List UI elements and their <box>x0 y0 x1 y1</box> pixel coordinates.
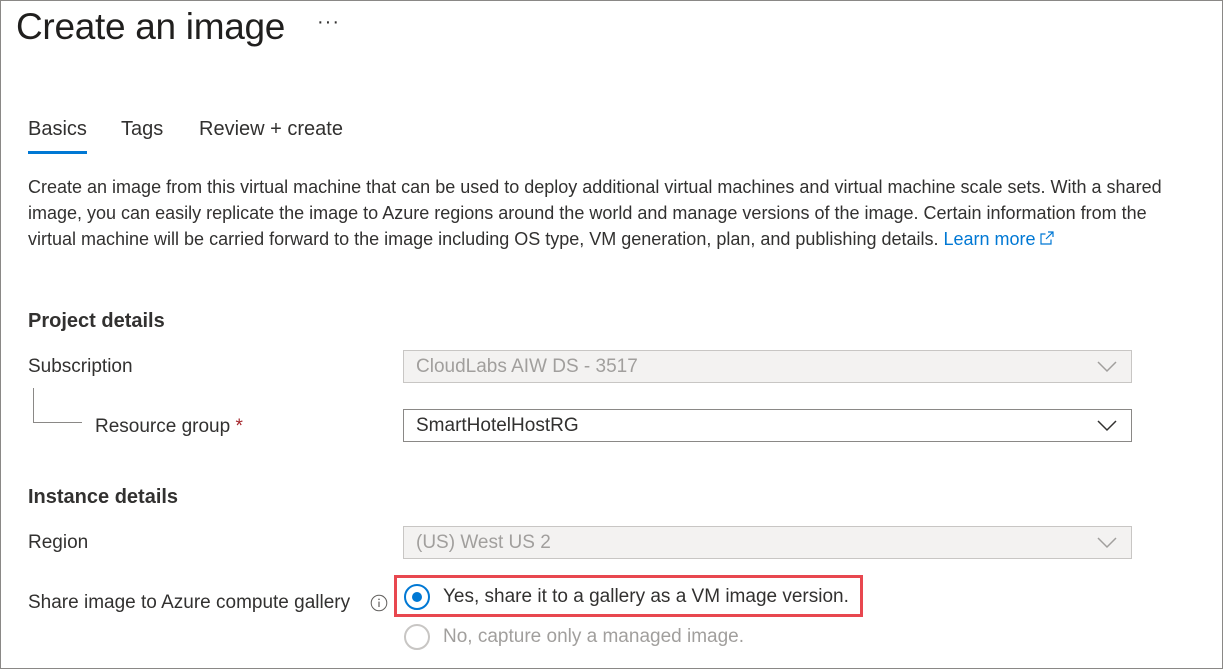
radio-option-yes-label[interactable]: Yes, share it to a gallery as a VM image… <box>443 584 849 610</box>
learn-more-label[interactable]: Learn more <box>944 229 1036 249</box>
project-details-heading: Project details <box>28 310 165 332</box>
resource-group-label-text: Resource group <box>95 416 231 437</box>
external-link-icon <box>1039 231 1054 245</box>
tab-basics[interactable]: Basics <box>28 113 87 154</box>
tab-tags[interactable]: Tags <box>121 113 163 145</box>
subscription-dropdown[interactable]: CloudLabs AIW DS - 3517 <box>403 350 1132 383</box>
instance-details-heading: Instance details <box>28 486 179 508</box>
radio-option-no-label: No, capture only a managed image. <box>443 626 745 647</box>
chevron-down-icon <box>1097 361 1117 373</box>
resource-group-label: Resource group * <box>95 416 243 438</box>
region-dropdown[interactable]: (US) West US 2 <box>403 526 1132 559</box>
resource-group-dropdown[interactable]: SmartHotelHostRG <box>403 409 1132 442</box>
create-image-blade: Create an image ··· Basics Tags Review +… <box>0 0 1223 669</box>
learn-more-link[interactable]: Learn more <box>944 229 1055 249</box>
info-icon[interactable] <box>370 594 388 612</box>
page-title: Create an image <box>16 6 286 47</box>
radio-button-unchecked[interactable] <box>404 624 430 650</box>
subscription-label: Subscription <box>28 356 133 377</box>
more-options-button[interactable]: ··· <box>317 11 340 34</box>
chevron-down-icon <box>1097 537 1117 549</box>
share-gallery-label: Share image to Azure compute gallery <box>28 592 351 613</box>
tab-review-create[interactable]: Review + create <box>199 113 343 145</box>
resource-group-value: SmartHotelHostRG <box>416 415 579 436</box>
chevron-down-icon <box>1097 420 1117 432</box>
region-label: Region <box>28 532 89 553</box>
tree-connector <box>33 388 82 423</box>
radio-button-checked[interactable] <box>404 584 430 610</box>
subscription-value: CloudLabs AIW DS - 3517 <box>416 356 638 377</box>
required-marker: * <box>235 416 243 437</box>
region-value: (US) West US 2 <box>416 532 551 553</box>
description: Create an image from this virtual machin… <box>28 174 1168 252</box>
